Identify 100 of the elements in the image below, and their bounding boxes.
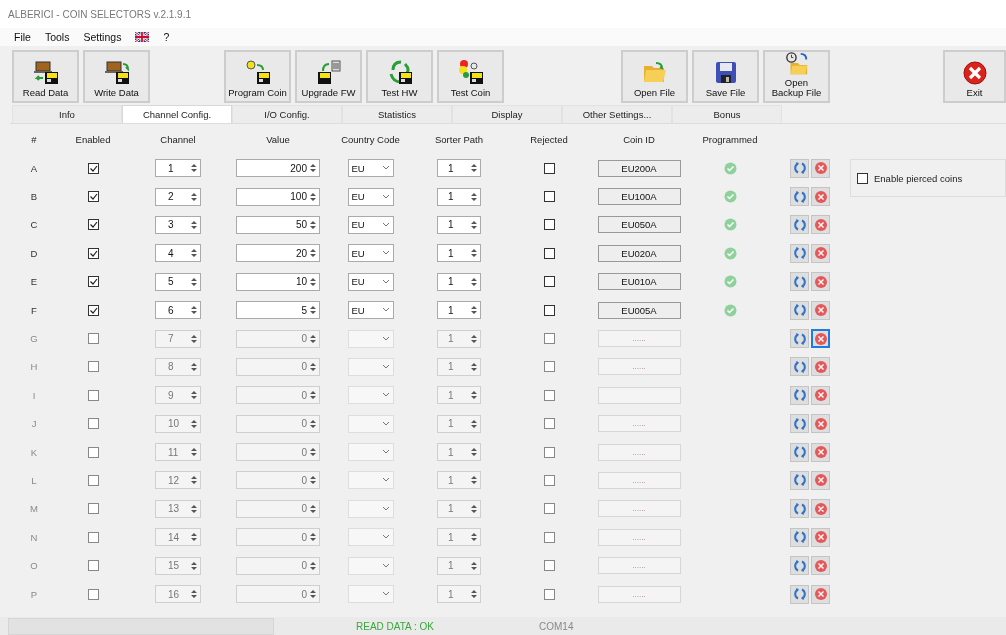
toolbar-button[interactable]: Test HW (366, 50, 433, 103)
channel-spinner[interactable]: 1 (155, 159, 201, 178)
checkbox[interactable] (543, 247, 555, 259)
toolbar-button[interactable]: Test Coin (437, 50, 504, 103)
country-dropdown[interactable]: EU (347, 159, 394, 178)
refresh-button[interactable] (790, 187, 809, 207)
menu-item[interactable]: ? (163, 31, 170, 43)
checkbox[interactable] (87, 162, 99, 174)
checkbox[interactable] (543, 191, 555, 203)
sorter-spinner[interactable]: 1 (437, 301, 481, 320)
refresh-icon (792, 530, 807, 545)
coin-id-field[interactable]: EU010A (597, 273, 681, 291)
tab[interactable]: Display (452, 105, 562, 123)
row-label: M (30, 503, 38, 515)
country-dropdown[interactable]: EU (347, 187, 394, 206)
refresh-icon (792, 331, 807, 346)
checkbox[interactable] (543, 162, 555, 174)
refresh-icon (792, 161, 807, 176)
spin-arrows-icon (470, 247, 478, 260)
value-spinner[interactable]: 50 (236, 215, 320, 234)
tab[interactable]: Channel Config. (122, 105, 232, 123)
refresh-button[interactable] (790, 272, 809, 292)
checkbox[interactable] (87, 247, 99, 259)
close-icon (813, 331, 828, 346)
refresh-button[interactable] (790, 215, 809, 235)
exit-button[interactable]: Exit (943, 50, 1006, 103)
tab[interactable]: Info (12, 105, 122, 123)
coin-id-field[interactable]: EU020A (597, 244, 681, 262)
toolbar-button[interactable]: Upgrade FW (295, 50, 362, 103)
chevron-icon (381, 420, 390, 427)
tab[interactable]: I/O Config. (232, 105, 342, 123)
tab[interactable]: Statistics (342, 105, 452, 123)
row-label: B (30, 191, 38, 203)
refresh-icon (792, 189, 807, 204)
spin-arrows-icon (470, 588, 478, 601)
channel-spinner[interactable]: 5 (155, 272, 201, 291)
checkbox[interactable] (543, 276, 555, 288)
value-spinner[interactable]: 10 (236, 272, 320, 291)
sorter-spinner[interactable]: 1 (437, 187, 481, 206)
coin-id-field[interactable]: EU200A (597, 159, 681, 177)
channel-spinner[interactable]: 4 (155, 244, 201, 263)
country-dropdown[interactable]: EU (347, 272, 394, 291)
toolbar-button[interactable]: Open File (621, 50, 688, 103)
menu-item[interactable]: File (14, 31, 31, 43)
checkbox[interactable] (87, 304, 99, 316)
toolbar-button[interactable]: Program Coin (224, 50, 291, 103)
tab[interactable]: Other Settings... (562, 105, 672, 123)
refresh-icon (792, 445, 807, 460)
refresh-button[interactable] (790, 300, 809, 320)
country-dropdown[interactable]: EU (347, 215, 394, 234)
close-icon (813, 359, 828, 374)
coin-id-field[interactable]: EU050A (597, 216, 681, 234)
close-icon (813, 388, 828, 403)
value-spinner[interactable]: 200 (236, 159, 320, 178)
menu-item[interactable]: Settings (83, 31, 122, 43)
toolbar-button[interactable]: Read Data (12, 50, 79, 103)
menu-item[interactable]: Tools (44, 31, 70, 43)
country-dropdown[interactable]: EU (347, 244, 394, 263)
channel-spinner[interactable]: 3 (155, 215, 201, 234)
close-icon (813, 161, 828, 176)
toolbar-button[interactable]: Write Data (83, 50, 150, 103)
refresh-button[interactable] (790, 243, 809, 263)
delete-button[interactable] (811, 215, 830, 235)
checkbox[interactable] (543, 304, 555, 316)
delete-button[interactable] (811, 272, 830, 292)
chevron-icon (381, 193, 390, 200)
sorter-spinner[interactable]: 1 (437, 244, 481, 263)
value-spinner[interactable]: 20 (236, 244, 320, 263)
refresh-icon (792, 558, 807, 573)
country-dropdown[interactable]: EU (347, 301, 394, 320)
sorter-spinner[interactable]: 1 (437, 159, 481, 178)
checkbox[interactable] (543, 219, 555, 231)
window-title: ALBERICI - COIN SELECTORS v.2.1.9.1 (8, 8, 192, 20)
delete-button[interactable] (811, 300, 830, 320)
close-icon (813, 445, 828, 460)
sorter-spinner[interactable]: 1 (437, 272, 481, 291)
close-icon (813, 303, 828, 318)
delete-button[interactable] (811, 158, 830, 178)
checkbox[interactable] (87, 191, 99, 203)
tab[interactable]: Bonus (672, 105, 782, 123)
refresh-icon (792, 274, 807, 289)
toolbar-button[interactable]: Open Backup File (763, 50, 830, 103)
spin-arrows-icon (190, 389, 198, 402)
refresh-button[interactable] (790, 158, 809, 178)
coin-id-field[interactable]: EU005A (597, 301, 681, 319)
coin-id-field[interactable]: EU100A (597, 188, 681, 206)
spin-arrows-icon (470, 446, 478, 459)
channel-spinner[interactable]: 2 (155, 187, 201, 206)
checkbox[interactable] (87, 276, 99, 288)
channel-spinner[interactable]: 6 (155, 301, 201, 320)
sorter-spinner[interactable]: 1 (437, 215, 481, 234)
checkbox[interactable] (857, 172, 868, 184)
value-spinner[interactable]: 5 (236, 301, 320, 320)
spin-arrows-icon (190, 275, 198, 288)
toolbar-button[interactable]: Save File (692, 50, 759, 103)
value-spinner[interactable]: 100 (236, 187, 320, 206)
delete-button[interactable] (811, 243, 830, 263)
column-header: Coin ID (623, 133, 655, 145)
checkbox[interactable] (87, 219, 99, 231)
delete-button[interactable] (811, 187, 830, 207)
